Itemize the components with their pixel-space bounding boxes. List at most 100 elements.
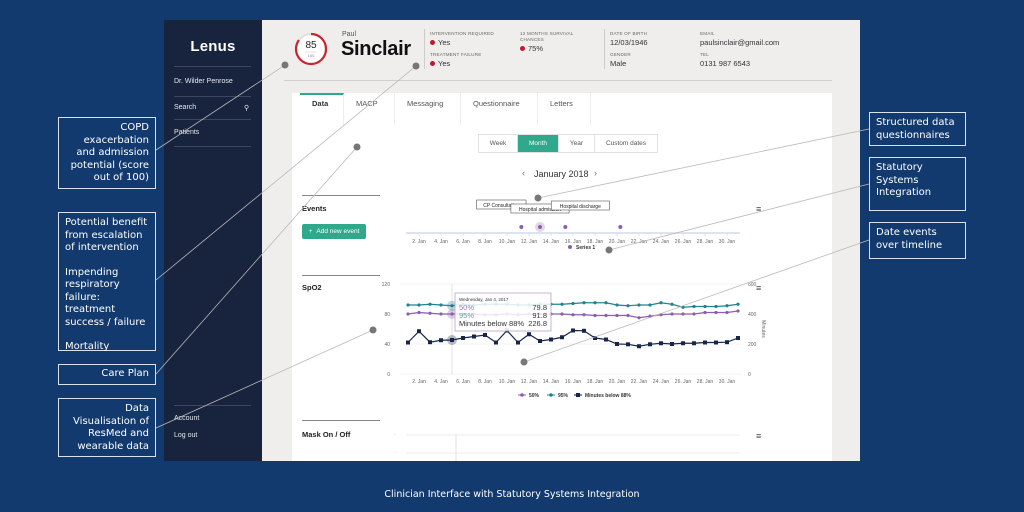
alert-dot — [430, 61, 435, 66]
data-point — [615, 342, 619, 346]
data-point — [406, 340, 410, 345]
y-tick-label: 120 — [382, 282, 391, 288]
legend-marker — [549, 393, 553, 397]
data-point — [593, 313, 597, 318]
treatment-failure-label: Treatment failure — [430, 52, 482, 57]
data-point — [428, 311, 432, 315]
legend-label: 95% — [558, 393, 569, 399]
y-tick-label: 0 — [387, 372, 390, 378]
survival-text: 75% — [528, 44, 544, 53]
annotation-statutory: Statutory Systems Integration — [869, 157, 966, 211]
data-point — [725, 310, 729, 315]
patient-first-name: Paul — [342, 31, 357, 38]
dob-label: Date of birth — [610, 31, 648, 36]
survival-label-2: chances — [520, 37, 544, 42]
x-tick-label: 24. Jan — [653, 239, 670, 245]
tooltip-date: Wednesday, Jan 4, 2017 — [459, 297, 509, 302]
search-icon[interactable]: ⚲ — [244, 104, 249, 112]
data-point — [637, 344, 641, 349]
data-point — [483, 333, 487, 337]
data-point — [714, 304, 718, 309]
data-point — [593, 301, 597, 305]
data-point — [549, 337, 553, 342]
divider — [284, 80, 832, 81]
x-tick-label: 10. Jan — [499, 239, 516, 245]
divider — [174, 405, 251, 406]
data-point — [725, 304, 729, 308]
data-point — [703, 304, 707, 309]
data-point — [681, 341, 685, 346]
data-point — [692, 304, 696, 309]
x-tick-label: 2. Jan — [412, 239, 426, 245]
data-point — [626, 304, 630, 308]
data-point — [681, 312, 685, 316]
data-point — [703, 340, 707, 345]
survival-label: 12 months survival — [520, 31, 574, 36]
event-point — [538, 225, 542, 229]
patient-header: 85 100 Paul Sinclair Intervention requir… — [262, 20, 860, 82]
data-point — [516, 340, 520, 345]
annotation-benefit-2: Impending respiratory failure: treatment… — [65, 266, 146, 328]
hover-marker — [447, 334, 457, 345]
sidebar-user[interactable]: Dr. Wilder Penrose — [174, 78, 233, 85]
data-point — [648, 314, 652, 318]
x-tick-label: 22. Jan — [631, 239, 648, 245]
y-right-axis-label: Minutes — [760, 320, 766, 338]
email-value[interactable]: paulsinclair@gmail.com — [700, 38, 779, 47]
divider — [174, 146, 251, 147]
data-point — [659, 301, 663, 305]
data-point — [725, 340, 729, 345]
y-tick-label: 40 — [384, 342, 390, 348]
x-tick-label: 14. Jan — [543, 239, 560, 245]
legend-marker — [520, 393, 524, 397]
data-point — [406, 303, 410, 307]
x-tick-label: 2. Jan — [412, 379, 426, 385]
tel-value: 0131 987 6543 — [700, 59, 751, 68]
x-tick-label: 30. Jan — [719, 239, 736, 245]
data-point — [648, 303, 652, 307]
intervention-text: Yes — [438, 38, 451, 47]
data-point — [681, 305, 685, 309]
patient-last-name: Sinclair — [341, 38, 411, 60]
event-point — [563, 225, 568, 229]
mask-tick: - — [394, 431, 396, 436]
intervention-value: Yes — [430, 38, 450, 47]
data-point — [670, 302, 674, 306]
data-point — [692, 341, 696, 346]
data-point — [703, 310, 707, 315]
sidebar: Lenus Dr. Wilder Penrose Search ⚲ Patien… — [164, 20, 262, 461]
x-tick-label: 12. Jan — [521, 379, 538, 385]
data-point — [604, 313, 608, 318]
data-point — [670, 342, 674, 346]
divider — [174, 96, 251, 97]
sidebar-item-logout[interactable]: Log out — [174, 432, 197, 439]
divider — [604, 29, 605, 69]
data-point — [736, 336, 740, 340]
x-tick-label: 4. Jan — [434, 239, 448, 245]
sidebar-item-patients[interactable]: Patients — [174, 129, 199, 136]
legend-series-1: Series 1 — [576, 245, 595, 251]
data-point — [615, 303, 619, 307]
data-point — [461, 336, 465, 340]
annotation-benefit-3: Mortality — [65, 341, 110, 352]
clinician-app: Lenus Dr. Wilder Penrose Search ⚲ Patien… — [164, 20, 860, 461]
charts-canvas: 2. Jan 4. Jan 6. Jan 8. Jan 10. Jan 12. Jan 14… — [382, 199, 766, 461]
data-point — [659, 341, 663, 346]
data-point — [428, 302, 432, 306]
data-point — [582, 328, 586, 333]
data-point — [582, 313, 586, 317]
score-value: 85 — [305, 40, 317, 51]
legend-label: 50% — [529, 393, 540, 399]
sidebar-item-search[interactable]: Search — [174, 104, 196, 111]
annotation-date-events: Date events over timeline — [869, 222, 966, 259]
annotation-data-vis: Data Visualisation of ResMed and wearabl… — [58, 398, 156, 457]
data-point — [604, 337, 608, 342]
x-tick-label: 8. Jan — [478, 239, 492, 245]
sidebar-item-account[interactable]: Account — [174, 415, 199, 422]
x-tick-label: 8. Jan — [478, 379, 492, 385]
intervention-label: Intervention required — [430, 31, 494, 36]
y-right-tick-label: 400 — [748, 312, 757, 318]
annotation-benefit-1: Potential benefit from escalation of int… — [65, 217, 148, 253]
data-point — [571, 313, 575, 317]
data-point — [659, 313, 663, 317]
